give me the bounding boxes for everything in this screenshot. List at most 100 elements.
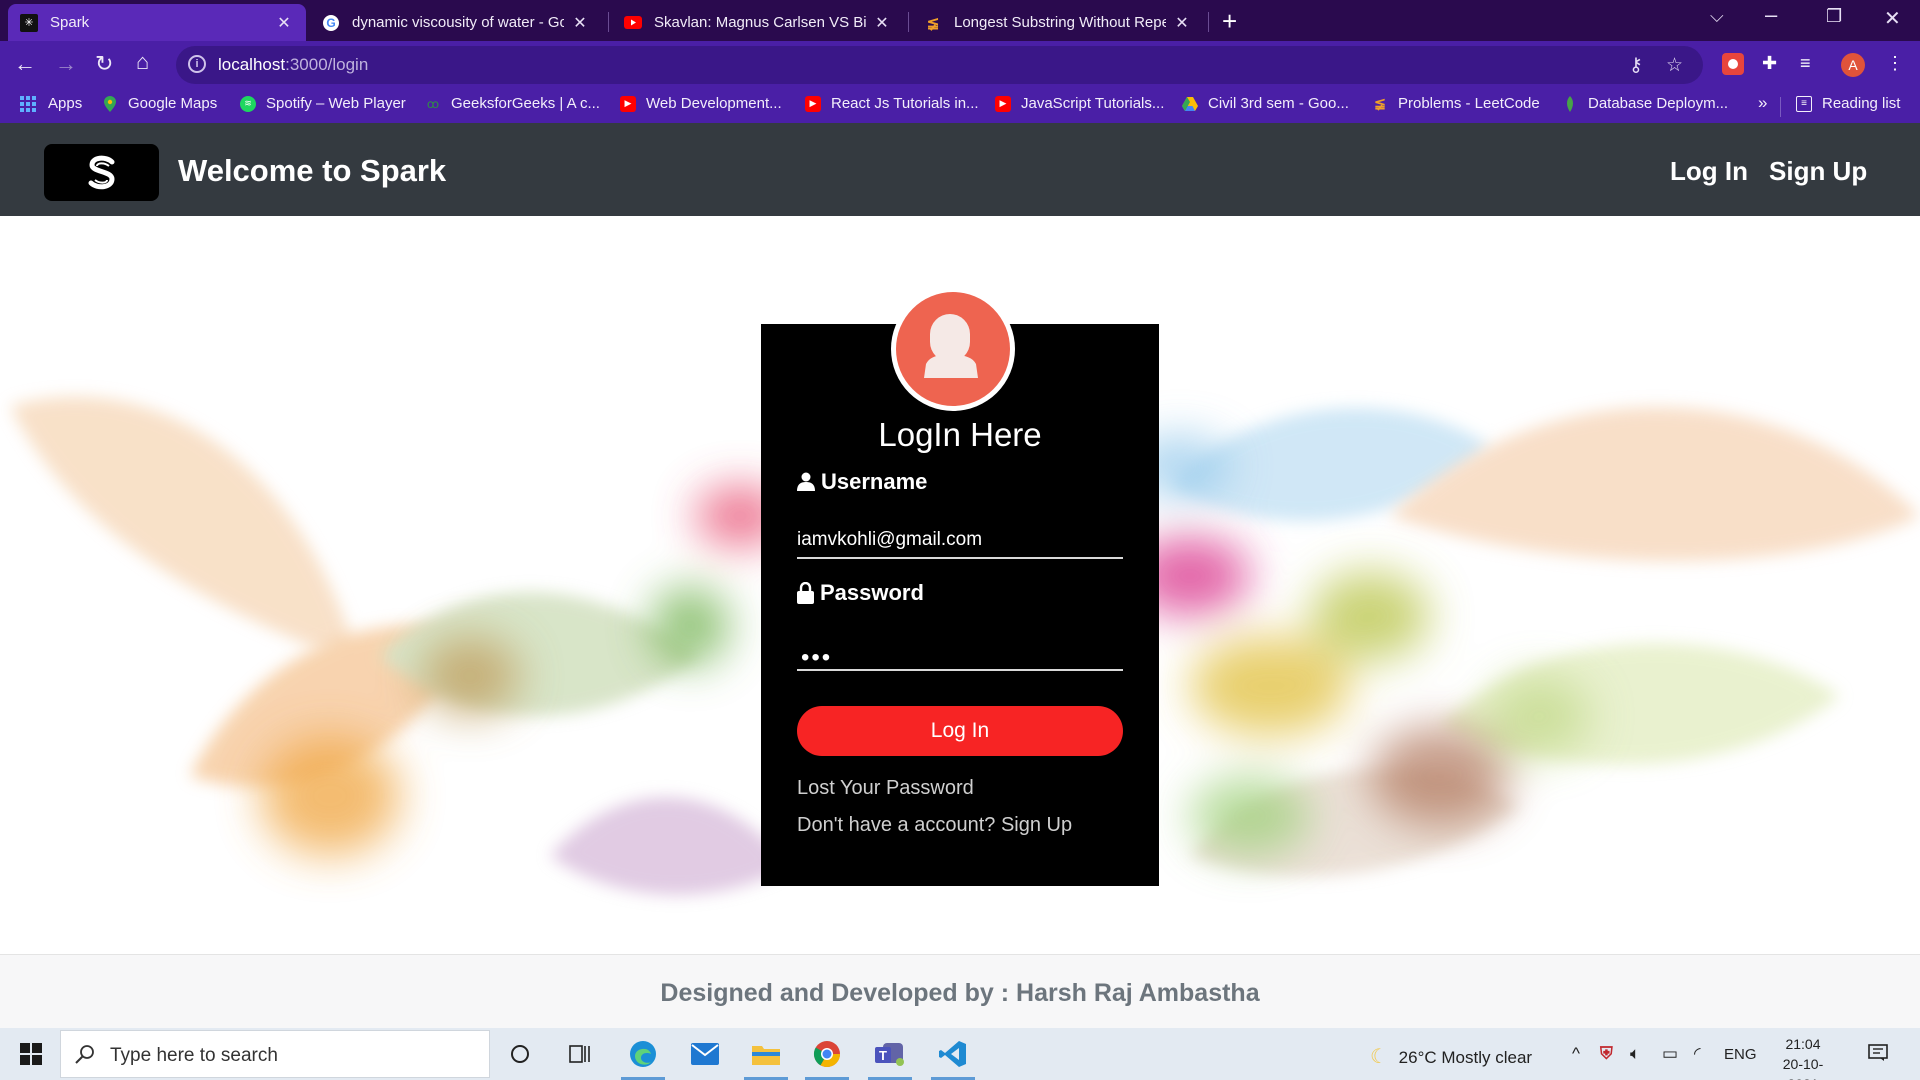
cortana-icon[interactable] <box>505 1040 535 1068</box>
bookmark-web-development[interactable]: ▶ Web Development... <box>620 95 782 112</box>
battery-icon[interactable]: ▭ <box>1662 1044 1678 1064</box>
password-input[interactable] <box>797 635 1123 671</box>
svg-text:G: G <box>326 16 335 30</box>
close-tab-icon[interactable]: ✕ <box>1172 13 1192 33</box>
chrome-icon[interactable] <box>812 1040 842 1068</box>
windows-start-icon[interactable] <box>20 1043 42 1065</box>
system-clock[interactable]: 21:04 20-10-2021 <box>1768 1034 1838 1080</box>
tab-google-search[interactable]: G dynamic viscousity of water - Go ✕ <box>310 4 602 41</box>
bookmark-star-icon[interactable]: ☆ <box>1666 54 1683 77</box>
address-bar[interactable]: i localhost:3000/login ⚷ ☆ <box>176 46 1703 84</box>
page-viewport: Welcome to Spark Log In Sign Up LogIn He… <box>0 123 1920 1028</box>
show-hidden-icons-chevron-icon[interactable]: ^ <box>1572 1044 1580 1064</box>
youtube-icon: ▶ <box>620 95 636 112</box>
mail-icon[interactable] <box>690 1040 720 1068</box>
bookmark-geeksforgeeks[interactable]: ꝏ GeeksforGeeks | A c... <box>425 95 600 112</box>
bookmarks-overflow-button[interactable]: » <box>1758 93 1767 113</box>
username-label: Username <box>797 469 927 495</box>
tab-spark[interactable]: ✳ Spark ✕ <box>8 4 306 41</box>
wifi-icon[interactable]: ◜ <box>1694 1044 1701 1064</box>
restore-window-icon[interactable]: ❐ <box>1826 6 1842 27</box>
tab-title: Spark <box>50 14 90 31</box>
close-tab-icon[interactable]: ✕ <box>570 13 590 33</box>
browser-toolbar: ← → ↻ ⌂ i localhost:3000/login ⚷ ☆ ✚ ≡ A… <box>0 41 1920 89</box>
tab-separator <box>608 12 609 32</box>
puzzle-extensions-icon[interactable]: ✚ <box>1762 53 1777 74</box>
file-explorer-icon[interactable] <box>751 1040 781 1068</box>
teams-icon[interactable]: T <box>875 1040 905 1068</box>
search-icon <box>75 1045 94 1064</box>
spark-logo[interactable] <box>44 144 159 201</box>
bookmark-civil-drive[interactable]: Civil 3rd sem - Goo... <box>1182 95 1349 112</box>
back-arrow-icon[interactable]: ← <box>14 51 36 77</box>
media-queue-icon[interactable]: ≡ <box>1800 53 1811 74</box>
language-indicator[interactable]: ENG <box>1724 1046 1757 1063</box>
key-icon[interactable]: ⚷ <box>1629 54 1643 77</box>
tab-youtube-skavlan[interactable]: Skavlan: Magnus Carlsen VS Bill G ✕ <box>612 4 904 41</box>
tab-leetcode[interactable]: ≨ Longest Substring Without Repe ✕ <box>912 4 1204 41</box>
nav-signup-link[interactable]: Sign Up <box>1769 156 1867 187</box>
site-info-icon[interactable]: i <box>188 55 206 73</box>
username-input[interactable] <box>797 523 1123 559</box>
bookmarks-separator <box>1780 97 1781 117</box>
bookmark-leetcode[interactable]: ≨ Problems - LeetCode <box>1372 95 1540 112</box>
password-label: Password <box>797 580 924 606</box>
login-submit-button[interactable]: Log In <box>797 706 1123 756</box>
user-avatar <box>891 287 1015 411</box>
task-view-icon[interactable] <box>565 1040 595 1068</box>
tab-search-chevron-icon[interactable]: ⌵ <box>1710 6 1724 27</box>
apps-grid-icon <box>20 95 36 112</box>
close-window-icon[interactable]: ✕ <box>1884 6 1901 31</box>
maps-pin-icon <box>102 95 118 112</box>
taskbar-search-box[interactable]: Type here to search <box>60 1030 490 1078</box>
mcafee-shield-icon[interactable]: ⛨ <box>1600 1044 1613 1064</box>
reading-list-button[interactable]: ≡ Reading list <box>1796 95 1900 112</box>
signup-prompt-link[interactable]: Don't have a account? Sign Up <box>797 814 1072 837</box>
volume-icon[interactable]: 🔈︎ <box>1630 1044 1640 1064</box>
bookmark-javascript-tutorials[interactable]: ▶ JavaScript Tutorials... <box>995 95 1164 112</box>
youtube-icon: ▶ <box>995 95 1011 112</box>
google-favicon-icon: G <box>322 14 340 32</box>
site-brand-title: Welcome to Spark <box>178 153 447 188</box>
spark-logo-icon <box>88 155 115 189</box>
tab-separator <box>908 12 909 32</box>
new-tab-button[interactable]: + <box>1222 7 1237 35</box>
bookmarks-bar: Apps Google Maps ≋ Spotify – Web Player … <box>0 89 1920 123</box>
leetcode-favicon-icon: ≨ <box>926 14 940 32</box>
geeksforgeeks-icon: ꝏ <box>426 96 440 111</box>
close-tab-icon[interactable]: ✕ <box>872 13 892 33</box>
menu-kebab-icon[interactable]: ⋮ <box>1886 53 1904 74</box>
lost-password-link[interactable]: Lost Your Password <box>797 777 974 800</box>
lock-icon <box>797 582 814 604</box>
nav-login-link[interactable]: Log In <box>1670 156 1748 187</box>
bookmark-google-maps[interactable]: Google Maps <box>102 95 217 112</box>
reload-icon[interactable]: ↻ <box>95 51 113 77</box>
user-icon <box>797 472 815 491</box>
leetcode-icon: ≨ <box>1374 95 1386 111</box>
moon-icon: ☾ <box>1370 1046 1388 1068</box>
site-header: Welcome to Spark Log In Sign Up <box>0 123 1920 216</box>
profile-avatar[interactable]: A <box>1841 53 1865 77</box>
reading-list-icon: ≡ <box>1796 95 1812 112</box>
windows-taskbar: Type here to search T ☾ 26°C Mostly clea… <box>0 1028 1920 1080</box>
user-silhouette-icon <box>896 292 1010 406</box>
notifications-icon[interactable] <box>1868 1044 1888 1067</box>
forward-arrow-icon[interactable]: → <box>55 51 77 77</box>
weather-widget[interactable]: ☾ 26°C Mostly clear <box>1370 1044 1532 1069</box>
extension-icon[interactable] <box>1722 53 1744 80</box>
bookmark-spotify[interactable]: ≋ Spotify – Web Player <box>240 95 406 112</box>
tab-separator <box>1208 12 1209 32</box>
spark-favicon-icon: ✳ <box>20 13 38 32</box>
bookmark-react-tutorials[interactable]: ▶ React Js Tutorials in... <box>805 95 979 112</box>
close-tab-icon[interactable]: ✕ <box>274 13 294 33</box>
url-text[interactable]: localhost:3000/login <box>218 55 368 75</box>
home-icon[interactable]: ⌂ <box>136 49 149 75</box>
tab-title: Longest Substring Without Repe <box>954 14 1166 31</box>
search-placeholder: Type here to search <box>110 1045 278 1066</box>
bookmark-apps[interactable]: Apps <box>20 95 82 112</box>
site-footer: Designed and Developed by : Harsh Raj Am… <box>0 954 1920 1028</box>
bookmark-database-deployment[interactable]: Database Deploym... <box>1562 95 1728 112</box>
minimize-window-icon[interactable]: – <box>1765 2 1777 28</box>
edge-browser-icon[interactable] <box>628 1040 658 1068</box>
vscode-icon[interactable] <box>938 1040 968 1068</box>
